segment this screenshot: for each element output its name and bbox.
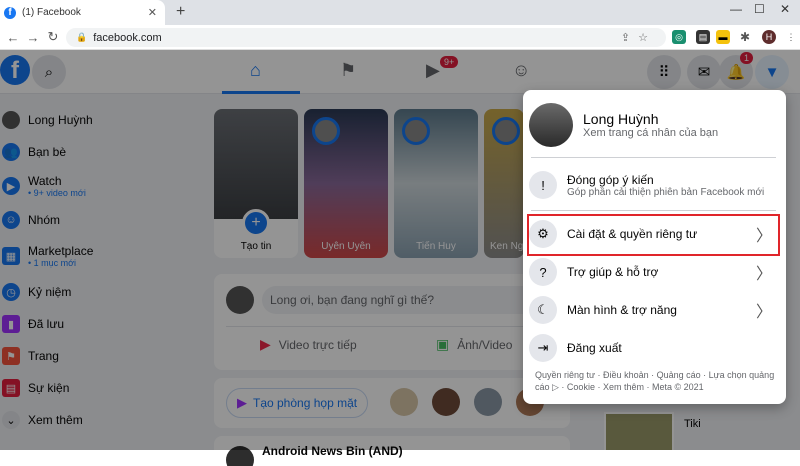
menu-footer-links[interactable]: Quyền riêng tư · Điều khoản · Quảng cáo … [535, 369, 780, 393]
menu-help-support[interactable]: ? Trợ giúp & hỗ trợ 〉 [529, 254, 780, 290]
forward-arrow-icon[interactable]: → [26, 30, 40, 45]
omnibox-actions-icon[interactable]: ⇪☆ [621, 31, 656, 44]
profile-avatar[interactable]: H [762, 30, 776, 44]
extension-icon[interactable]: ◎ [672, 30, 686, 44]
menu-profile-name: Long Huỳnh [583, 111, 659, 127]
browser-toolbar: ← → ↻ 🔒 facebook.com ⇪☆ ◎ ▤ ▬ ✱ H ⋮ [0, 25, 800, 50]
menu-feedback-sub: Góp phần cải thiện phiên bản Facebook mớ… [567, 186, 765, 198]
more-icon[interactable]: ⋮ [784, 30, 798, 44]
tab-title: (1) Facebook [22, 7, 81, 18]
menu-feedback-title: Đóng góp ý kiến [567, 172, 654, 187]
chevron-right-icon: 〉 [755, 304, 772, 321]
moon-icon: ☾ [529, 296, 557, 324]
reload-icon[interactable]: ↻ [46, 29, 60, 45]
puzzle-icon[interactable]: ✱ [738, 30, 752, 44]
logout-icon: ⇥ [529, 334, 557, 362]
window-maximize-icon[interactable]: ☐ [754, 2, 765, 16]
window-close-icon[interactable]: ✕ [780, 2, 790, 16]
help-icon: ? [529, 258, 557, 286]
avatar [529, 103, 573, 147]
divider [531, 157, 776, 158]
new-tab-button[interactable]: + [176, 3, 185, 21]
tab-close-icon[interactable]: ✕ [148, 6, 157, 19]
menu-help-label: Trợ giúp & hỗ trợ [567, 265, 659, 279]
browser-tab[interactable]: f (1) Facebook ✕ [0, 0, 165, 25]
facebook-favicon-icon: f [4, 6, 16, 19]
window-minimize-icon[interactable]: — [730, 2, 742, 16]
chevron-right-icon: 〉 [755, 266, 772, 283]
menu-display-label: Màn hình & trợ năng [567, 303, 677, 317]
address-bar[interactable]: 🔒 facebook.com ⇪☆ [66, 28, 666, 47]
feedback-icon: ! [529, 171, 557, 199]
menu-logout[interactable]: ⇥ Đăng xuất [529, 330, 780, 366]
menu-profile-row[interactable]: Long Huỳnh Xem trang cá nhân của bạn [529, 98, 780, 152]
back-arrow-icon[interactable]: ← [6, 30, 20, 45]
browser-tab-strip: f (1) Facebook ✕ + — ☐ ✕ [0, 0, 800, 25]
url-text: facebook.com [93, 31, 162, 44]
extension-icon[interactable]: ▤ [696, 30, 710, 44]
menu-profile-sub: Xem trang cá nhân của bạn [583, 127, 719, 139]
menu-logout-label: Đăng xuất [567, 341, 622, 355]
extension-icon[interactable]: ▬ [716, 30, 730, 44]
lock-icon: 🔒 [76, 32, 88, 42]
menu-feedback[interactable]: ! Đóng góp ý kiến Góp phần cải thiện phi… [529, 164, 780, 206]
menu-display-accessibility[interactable]: ☾ Màn hình & trợ năng 〉 [529, 292, 780, 328]
divider [531, 210, 776, 211]
highlight-box [527, 214, 780, 256]
